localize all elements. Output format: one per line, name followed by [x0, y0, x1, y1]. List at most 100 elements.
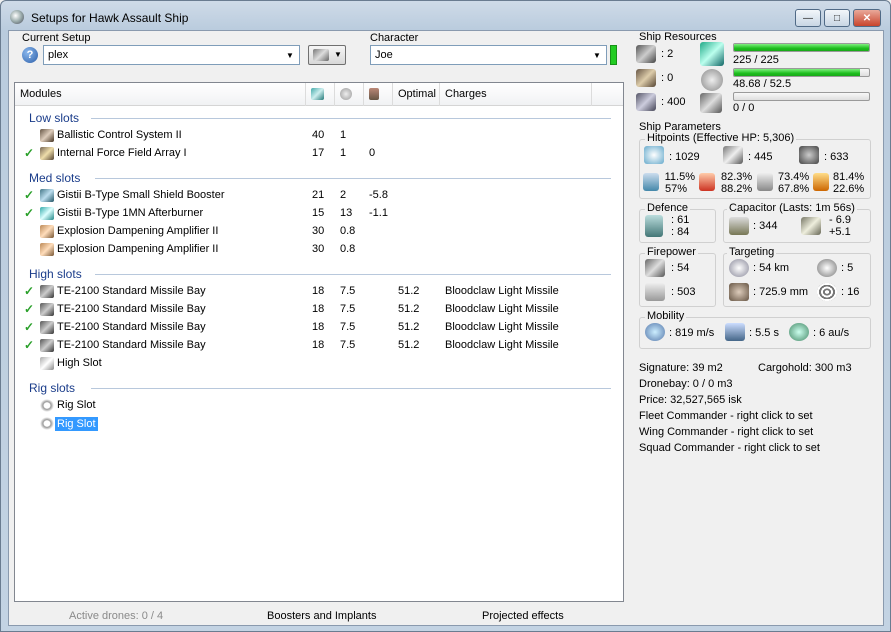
active-check-icon[interactable]: ✓	[24, 302, 34, 316]
active-check-icon[interactable]: ✓	[24, 206, 34, 220]
module-icon	[40, 285, 54, 298]
module-row[interactable]: ✓ Gistii B-Type Small Shield Booster 21 2 -5…	[15, 187, 623, 205]
character-select[interactable]: Joe ▼	[370, 45, 607, 65]
module-icon	[40, 129, 54, 142]
module-row[interactable]: Ballistic Control System II 40 1	[15, 127, 623, 145]
close-button[interactable]: ✕	[853, 9, 881, 27]
character-label: Character	[370, 32, 419, 44]
boosters-implants-link[interactable]: Boosters and Implants	[267, 610, 376, 622]
warp-speed: : 6 au/s	[813, 327, 850, 339]
module-row[interactable]: Rig Slot	[15, 415, 623, 433]
calibration-icon	[636, 93, 656, 111]
module-name: Internal Force Field Array I	[57, 147, 187, 159]
section-low-slots: Low slots	[29, 111, 80, 125]
targeting-range: : 54 km	[753, 262, 790, 274]
active-check-icon[interactable]: ✓	[24, 188, 34, 202]
kinetic-resist-icon	[757, 173, 773, 191]
active-check-icon[interactable]: ✓	[24, 146, 34, 160]
module-charge: Bloodclaw Light Missile	[445, 321, 559, 333]
module-powergrid: 2	[340, 189, 347, 201]
cargohold: Cargohold: 300 m3	[758, 362, 852, 374]
firepower-label: Firepower	[645, 246, 698, 258]
active-check-icon[interactable]: ✓	[24, 320, 34, 334]
price: Price: 32,527,565 isk	[639, 394, 742, 406]
hull-hp: : 633	[824, 151, 849, 163]
col-powergrid-icon[interactable]	[335, 83, 364, 106]
module-row[interactable]: ✓ TE-2100 Standard Missile Bay 18 7.5 51.2 Bl…	[15, 283, 623, 301]
speed-icon	[645, 323, 665, 341]
shield-icon	[644, 146, 664, 164]
col-cpu-icon[interactable]	[306, 83, 335, 106]
module-row[interactable]: Explosion Dampening Amplifier II 30 0.8	[15, 241, 623, 259]
armor-icon	[723, 146, 743, 164]
cpu-value: 225 / 225	[733, 54, 779, 66]
kinetic-resist-armor: 67.8%	[778, 183, 810, 195]
module-row[interactable]: ✓ Internal Force Field Array I 17 1 0	[15, 145, 623, 163]
window-title: Setups for Hawk Assault Ship	[31, 11, 189, 25]
modules-list[interactable]: Modules Optimal Charges Low slots Med sl…	[14, 82, 624, 602]
wing-commander[interactable]: Wing Commander - right click to set	[639, 426, 813, 438]
setup-menu-button[interactable]: ▼	[308, 45, 346, 65]
divider	[95, 274, 611, 275]
module-row[interactable]: ✓ TE-2100 Standard Missile Bay 18 7.5 51.2 Bl…	[15, 301, 623, 319]
em-resist-icon	[643, 173, 659, 191]
drone-bandwidth-bar	[733, 92, 870, 101]
explosive-resist-shield: 81.4%	[833, 171, 865, 183]
volley-value: : 503	[671, 286, 696, 298]
projected-effects-link[interactable]: Projected effects	[482, 610, 564, 622]
module-icon	[40, 243, 54, 256]
setup-value: plex	[48, 49, 69, 61]
powergrid-bar	[733, 68, 870, 77]
module-row[interactable]: High Slot	[15, 355, 623, 373]
powergrid-icon	[701, 69, 723, 91]
hull-icon	[799, 146, 819, 164]
mobility-label: Mobility	[645, 310, 687, 322]
max-targets-icon	[817, 259, 837, 277]
module-icon	[40, 147, 54, 160]
help-icon[interactable]: ?	[22, 47, 38, 63]
list-header: Modules Optimal Charges	[15, 83, 623, 106]
module-icon	[40, 225, 54, 238]
squad-commander[interactable]: Squad Commander - right click to set	[639, 442, 820, 454]
divider	[91, 118, 611, 119]
module-row[interactable]: Explosion Dampening Amplifier II 30 0.8	[15, 223, 623, 241]
character-value: Joe	[375, 49, 393, 61]
fleet-commander[interactable]: Fleet Commander - right click to set	[639, 410, 813, 422]
capacitor-icon	[729, 217, 749, 235]
module-charge: Bloodclaw Light Missile	[445, 303, 559, 315]
module-powergrid: 0.8	[340, 225, 356, 237]
module-row[interactable]: ✓ Gistii B-Type 1MN Afterburner 15 13 -1.1	[15, 205, 623, 223]
module-cpu: 30	[312, 225, 325, 237]
warp-speed-icon	[789, 323, 809, 341]
module-cpu: 15	[312, 207, 325, 219]
col-modules[interactable]: Modules	[15, 83, 306, 106]
active-drones-status[interactable]: Active drones: 0 / 4	[69, 610, 163, 622]
col-capacitor-icon[interactable]	[364, 83, 393, 106]
active-check-icon[interactable]: ✓	[24, 284, 34, 298]
module-row[interactable]: ✓ TE-2100 Standard Missile Bay 18 7.5 51.2 Bl…	[15, 319, 623, 337]
module-cpu: 18	[312, 321, 325, 333]
turret-slots: : 2	[661, 48, 674, 60]
chevron-down-icon: ▼	[593, 50, 601, 60]
module-row[interactable]: ✓ TE-2100 Standard Missile Bay 18 7.5 51.2 Bl…	[15, 337, 623, 355]
module-optimal: 51.2	[398, 303, 420, 315]
active-check-icon[interactable]: ✓	[24, 338, 34, 352]
module-name: TE-2100 Standard Missile Bay	[57, 339, 206, 351]
module-name: TE-2100 Standard Missile Bay	[57, 303, 206, 315]
col-optimal[interactable]: Optimal	[393, 83, 440, 106]
setup-select[interactable]: plex ▼	[43, 45, 300, 65]
module-name: Explosion Dampening Amplifier II	[57, 225, 219, 237]
sensor-strength: : 16	[841, 286, 860, 298]
capacitor-label: Capacitor (Lasts: 1m 56s)	[727, 202, 857, 214]
minimize-button[interactable]: —	[795, 9, 821, 27]
module-name: Ballistic Control System II	[57, 129, 182, 141]
character-status-indicator	[610, 45, 617, 65]
module-row[interactable]: Rig Slot	[15, 397, 623, 415]
maximize-button[interactable]: □	[824, 9, 850, 27]
capacitor-value: : 344	[753, 220, 778, 232]
col-charges[interactable]: Charges	[440, 83, 592, 106]
app-icon	[10, 10, 24, 24]
section-high-slots: High slots	[29, 267, 82, 281]
cap-usage: - 6.9	[829, 214, 852, 226]
thermal-resist-shield: 82.3%	[721, 171, 753, 183]
